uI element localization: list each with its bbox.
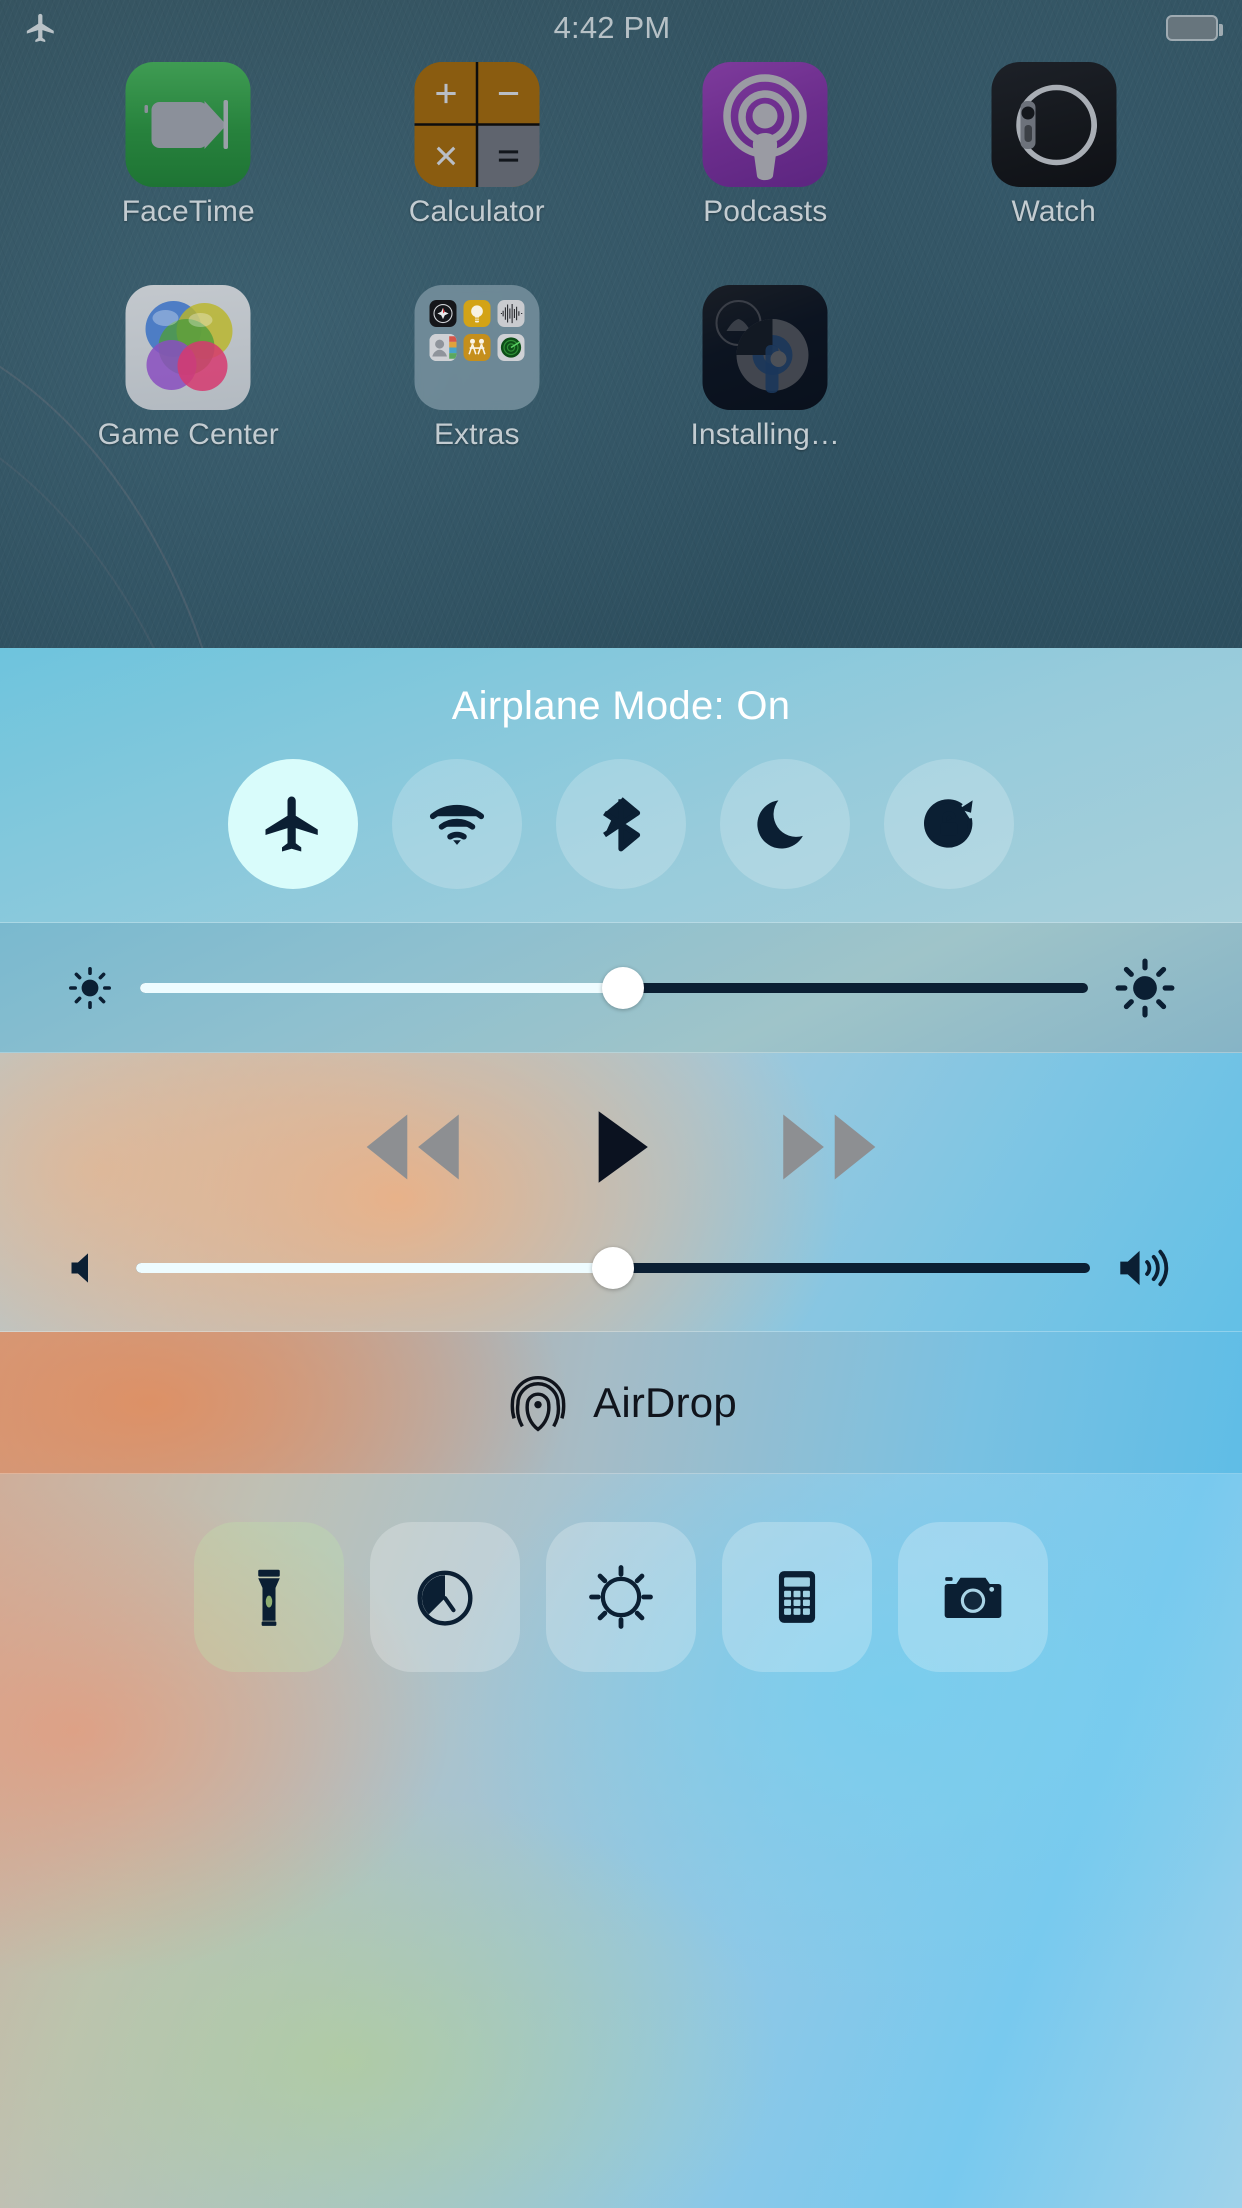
- moon-icon: [752, 791, 818, 857]
- mini-icon-compass: [429, 300, 456, 327]
- timer-icon: [412, 1564, 478, 1630]
- night-shift-shortcut[interactable]: [546, 1522, 696, 1672]
- app-label: Extras: [434, 418, 520, 452]
- app-label: Game Center: [98, 418, 279, 452]
- wifi-toggle[interactable]: [392, 759, 522, 889]
- bluetooth-icon: [588, 791, 654, 857]
- podcasts-icon[interactable]: [703, 62, 828, 187]
- calculator-icon: [766, 1566, 828, 1628]
- rotation-lock-toggle[interactable]: [884, 759, 1014, 889]
- app-game-center[interactable]: Game Center: [44, 285, 333, 452]
- fast-forward-icon: [767, 1109, 897, 1185]
- status-bar-clock: 4:42 PM: [58, 10, 1166, 46]
- installing-app-icon[interactable]: [703, 285, 828, 410]
- calculator-shortcut[interactable]: [722, 1522, 872, 1672]
- airdrop-section[interactable]: AirDrop: [0, 1332, 1242, 1474]
- toggle-row: [0, 759, 1242, 889]
- brightness-slider[interactable]: [140, 983, 1088, 993]
- previous-track-button[interactable]: [345, 1109, 475, 1190]
- folder-icon[interactable]: [414, 285, 539, 410]
- brightness-slider-knob[interactable]: [602, 967, 644, 1009]
- airdrop-label: AirDrop: [593, 1379, 737, 1427]
- mini-icon-find-my-friends: [463, 334, 490, 361]
- flashlight-shortcut[interactable]: [194, 1522, 344, 1672]
- bluetooth-toggle[interactable]: [556, 759, 686, 889]
- brightness-high-icon: [1114, 957, 1176, 1019]
- airplane-icon: [260, 791, 326, 857]
- volume-slider[interactable]: [136, 1263, 1090, 1273]
- shortcuts-section: [0, 1474, 1242, 2208]
- brightness-low-icon: [66, 964, 114, 1012]
- mini-icon-find-my-iphone: [497, 334, 524, 361]
- app-watch[interactable]: Watch: [910, 62, 1199, 229]
- airplane-mode-toggle[interactable]: [228, 759, 358, 889]
- brightness-slider-fill: [140, 983, 623, 993]
- app-label: Installing…: [690, 418, 840, 452]
- app-label: Calculator: [409, 195, 545, 229]
- volume-slider-knob[interactable]: [592, 1247, 634, 1289]
- game-center-icon[interactable]: [126, 285, 251, 410]
- facetime-icon[interactable]: [126, 62, 251, 187]
- status-bar-left: [24, 11, 58, 45]
- brightness-slider-wrap: [0, 957, 1242, 1019]
- brightness-section: [0, 923, 1242, 1053]
- app-row-2: Game Center: [0, 285, 1242, 452]
- play-icon: [585, 1109, 657, 1185]
- calculator-icon[interactable]: [414, 62, 539, 187]
- airplane-icon: [24, 11, 58, 45]
- app-label: Watch: [1012, 195, 1096, 229]
- app-facetime[interactable]: FaceTime: [44, 62, 333, 229]
- volume-low-icon: [66, 1246, 110, 1290]
- camera-shortcut[interactable]: [898, 1522, 1048, 1672]
- next-track-button[interactable]: [767, 1109, 897, 1190]
- app-podcasts[interactable]: Podcasts: [621, 62, 910, 229]
- control-center-toggles-section: Airplane Mode: On: [0, 648, 1242, 923]
- volume-slider-wrap: [0, 1242, 1242, 1294]
- flashlight-icon: [235, 1563, 303, 1631]
- status-bar-right: [1166, 15, 1218, 41]
- wifi-icon: [424, 791, 490, 857]
- app-installing[interactable]: Installing…: [621, 285, 910, 452]
- mini-icon-tips: [463, 300, 490, 327]
- play-button[interactable]: [585, 1109, 657, 1190]
- home-screen: FaceTime Calculator Podcasts: [0, 62, 1242, 452]
- do-not-disturb-toggle[interactable]: [720, 759, 850, 889]
- app-row-2-wrap: Game Center: [0, 285, 1242, 452]
- app-label: Podcasts: [703, 195, 827, 229]
- rewind-icon: [345, 1109, 475, 1185]
- watch-icon[interactable]: [991, 62, 1116, 187]
- volume-high-icon: [1116, 1242, 1176, 1294]
- rotation-lock-icon: [916, 791, 982, 857]
- app-calculator[interactable]: Calculator: [333, 62, 622, 229]
- media-controls: [0, 1109, 1242, 1190]
- volume-slider-fill: [136, 1263, 613, 1273]
- night-shift-icon: [587, 1563, 655, 1631]
- app-label: FaceTime: [122, 195, 255, 229]
- airdrop-icon: [505, 1370, 571, 1436]
- app-folder-extras[interactable]: Extras: [333, 285, 622, 452]
- media-section: [0, 1053, 1242, 1332]
- battery-icon: [1166, 15, 1218, 41]
- status-bar: 4:42 PM: [0, 0, 1242, 56]
- airplane-mode-status-label: Airplane Mode: On: [0, 684, 1242, 729]
- installing-dim-overlay: [703, 285, 828, 410]
- control-center: Airplane Mode: On: [0, 648, 1242, 2208]
- mini-icon-contacts: [429, 334, 456, 361]
- app-row-1: FaceTime Calculator Podcasts: [0, 62, 1242, 229]
- timer-shortcut[interactable]: [370, 1522, 520, 1672]
- camera-icon: [939, 1563, 1007, 1631]
- mini-icon-voice-memos: [497, 300, 524, 327]
